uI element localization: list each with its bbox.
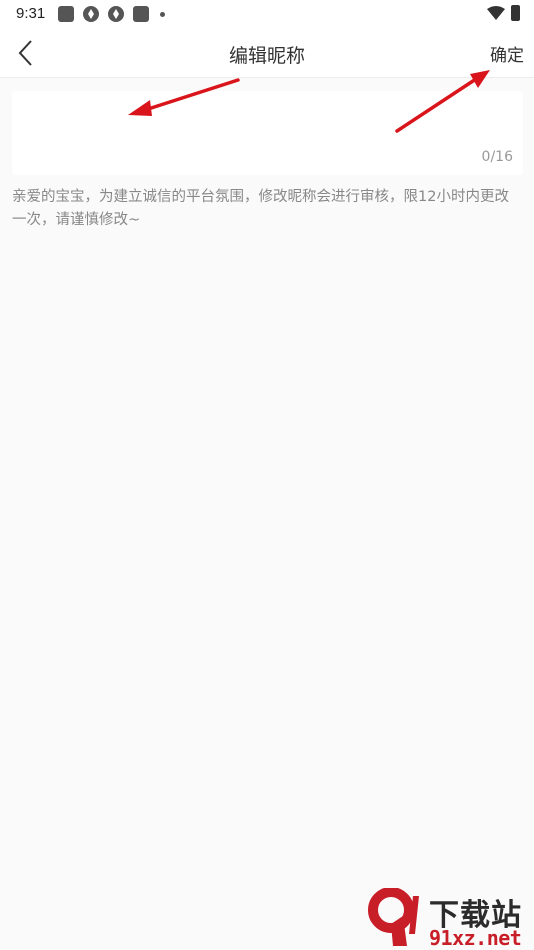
status-system-icons bbox=[487, 5, 520, 21]
page-title: 编辑昵称 bbox=[228, 45, 305, 67]
watermark-logo bbox=[368, 888, 419, 946]
dot-icon bbox=[160, 11, 165, 17]
app-shutter-icon bbox=[108, 6, 124, 22]
watermark-url: 91xz.net bbox=[429, 926, 522, 950]
status-bar: 9:31 bbox=[0, 0, 534, 28]
site-watermark: 下载站 91xz.net bbox=[363, 888, 533, 950]
status-time: 9:31 bbox=[16, 5, 46, 22]
status-notification-icons bbox=[58, 6, 165, 22]
nickname-hint-text: 亲爱的宝宝，为建立诚信的平台氛围，修改昵称会进行审核，限12小时内更改一次，请谨… bbox=[12, 189, 509, 228]
chevron-left-icon bbox=[18, 40, 32, 66]
nickname-input[interactable] bbox=[22, 101, 502, 131]
app-shutter-icon bbox=[83, 6, 99, 22]
app-bar: 编辑昵称 确定 bbox=[0, 28, 534, 78]
back-button[interactable] bbox=[10, 36, 42, 70]
confirm-button[interactable]: 确定 bbox=[490, 41, 524, 66]
wifi-icon bbox=[487, 6, 505, 20]
notification-square-icon bbox=[58, 6, 74, 22]
battery-charging-icon bbox=[511, 5, 520, 21]
char-counter: 0/16 bbox=[481, 149, 513, 165]
notification-square-icon bbox=[133, 6, 149, 22]
nickname-input-card: 0/16 bbox=[12, 91, 523, 175]
